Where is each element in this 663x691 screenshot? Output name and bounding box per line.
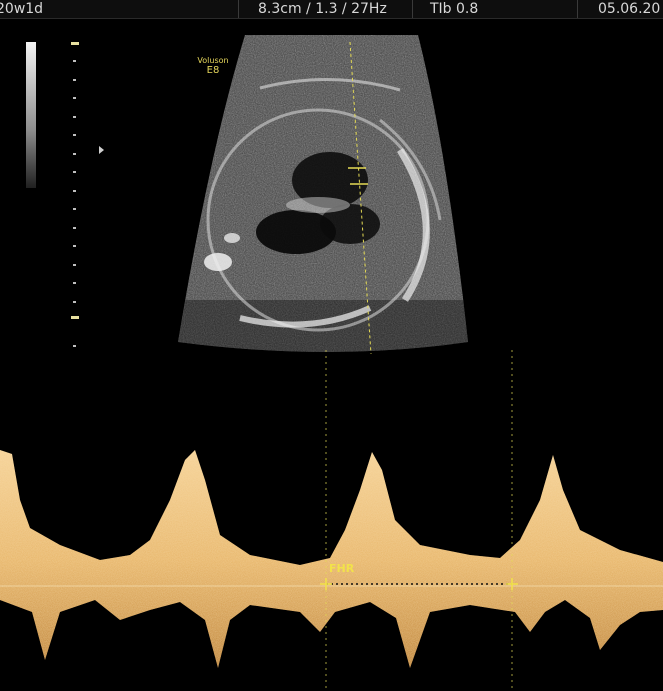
fhr-label: FHR xyxy=(329,562,355,575)
b-mode-image xyxy=(178,35,468,355)
doppler-spectrum xyxy=(0,350,663,691)
